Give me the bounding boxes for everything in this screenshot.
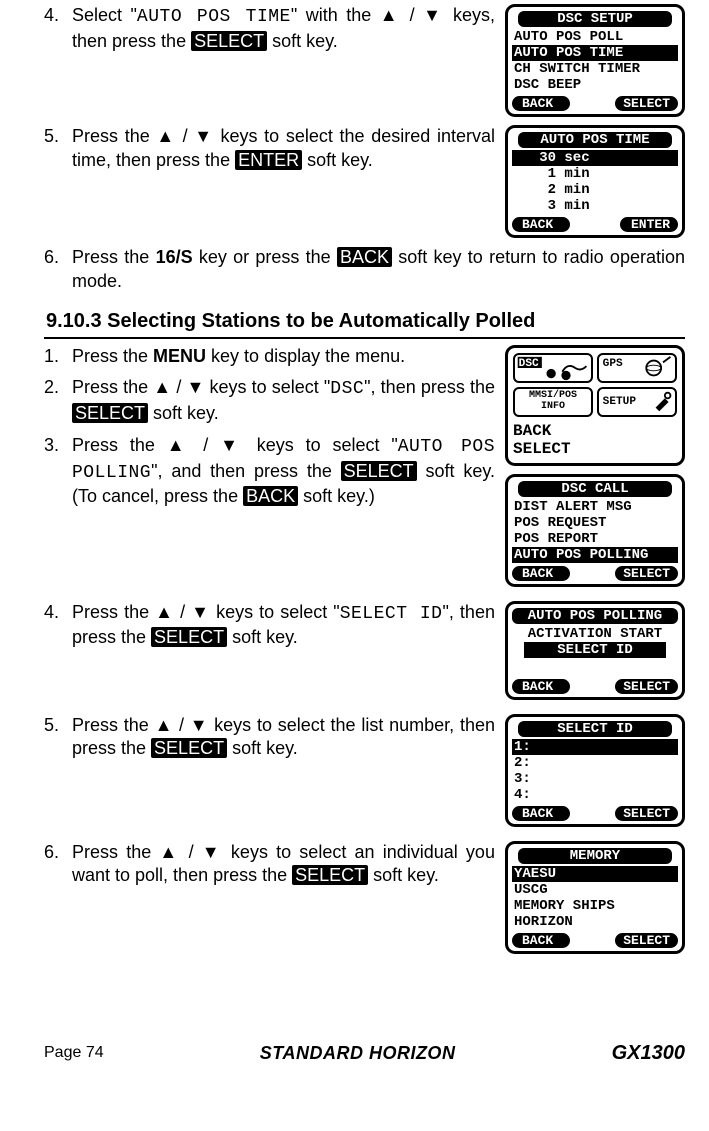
softkey-enter: ENTER bbox=[620, 217, 678, 232]
softkey-back: BACK bbox=[512, 217, 570, 232]
screen-title: DSC CALL bbox=[518, 481, 672, 497]
softkey-select: SELECT bbox=[341, 461, 417, 481]
step-text: Press the ▲ / ▼ keys to select the list … bbox=[72, 714, 495, 762]
screen-dsc-setup: DSC SETUP AUTO POS POLL AUTO POS TIME CH… bbox=[505, 4, 685, 117]
softkey-back: BACK bbox=[512, 933, 570, 948]
step-number: 2. bbox=[44, 376, 72, 426]
model-number: GX1300 bbox=[612, 1042, 685, 1065]
step-text: Press the 16/S key or press the BACK sof… bbox=[72, 246, 685, 294]
step-text: Press the MENU key to display the menu. bbox=[72, 345, 495, 369]
step-number: 3. bbox=[44, 434, 72, 509]
screen-title: AUTO POS POLLING bbox=[512, 608, 678, 624]
softkey-back: BACK bbox=[337, 247, 392, 267]
softkey-enter: ENTER bbox=[235, 150, 302, 170]
screen-memory: MEMORY YAESU USCG MEMORY SHIPS HORIZON B… bbox=[505, 841, 685, 954]
svg-text:DSC: DSC bbox=[519, 358, 539, 370]
step-text: Press the ▲ / ▼ keys to select an indivi… bbox=[72, 841, 495, 889]
softkey-select: SELECT bbox=[191, 31, 267, 51]
softkey-back: BACK bbox=[513, 422, 677, 440]
softkey-select: SELECT bbox=[292, 865, 368, 885]
screen-dsc-call: DSC CALL DIST ALERT MSG POS REQUEST POS … bbox=[505, 474, 685, 587]
softkey-select: SELECT bbox=[615, 806, 678, 821]
screen-title: AUTO POS TIME bbox=[518, 132, 672, 148]
softkey-select: SELECT bbox=[151, 738, 227, 758]
step-number: 4. bbox=[44, 4, 72, 54]
softkey-select: SELECT bbox=[615, 933, 678, 948]
screen-title: DSC SETUP bbox=[518, 11, 672, 27]
softkey-select: SELECT bbox=[513, 440, 677, 458]
softkey-back: BACK bbox=[243, 486, 298, 506]
screen-auto-pos-time: AUTO POS TIME 30 sec 1 min 2 min 3 min B… bbox=[505, 125, 685, 238]
step-number: 6. bbox=[44, 841, 72, 889]
step-text: Press the ▲ / ▼ keys to select "DSC", th… bbox=[72, 376, 495, 426]
menu-cell-mmsi: MMSI/POSINFO bbox=[513, 387, 593, 417]
menu-cell-dsc: DSCDSC bbox=[513, 353, 593, 383]
menu-cell-setup: SETUP bbox=[597, 387, 677, 417]
screen-title: SELECT ID bbox=[518, 721, 672, 737]
brand-logo: STANDARD HORIZON bbox=[260, 1043, 456, 1064]
menu-cell-gps: GPS bbox=[597, 353, 677, 383]
softkey-select: SELECT bbox=[615, 566, 678, 581]
step-text: Select "AUTO POS TIME" with the ▲ / ▼ ke… bbox=[72, 4, 495, 54]
page-number: Page 74 bbox=[44, 1044, 104, 1062]
svg-text:GPS: GPS bbox=[603, 358, 623, 370]
step-text: Press the ▲ / ▼ keys to select "AUTO POS… bbox=[72, 434, 495, 509]
step-number: 1. bbox=[44, 345, 72, 369]
softkey-back: BACK bbox=[512, 566, 570, 581]
softkey-select: SELECT bbox=[615, 96, 678, 111]
step-number: 5. bbox=[44, 125, 72, 173]
screen-title: MEMORY bbox=[518, 848, 672, 864]
screen-menu: DSCDSC GPS MMSI/POSINFO SETUP BACK SELEC… bbox=[505, 345, 685, 466]
screen-auto-pos-polling: AUTO POS POLLING ACTIVATION START SELECT… bbox=[505, 601, 685, 700]
softkey-back: BACK bbox=[512, 806, 570, 821]
softkey-select: SELECT bbox=[151, 627, 227, 647]
step-number: 4. bbox=[44, 601, 72, 651]
softkey-back: BACK bbox=[512, 96, 570, 111]
softkey-select: SELECT bbox=[615, 679, 678, 694]
step-text: Press the ▲ / ▼ keys to select the desir… bbox=[72, 125, 495, 173]
step-number: 5. bbox=[44, 714, 72, 762]
svg-text:SETUP: SETUP bbox=[603, 395, 637, 407]
section-heading: 9.10.3 Selecting Stations to be Automati… bbox=[44, 306, 685, 339]
softkey-select: SELECT bbox=[72, 403, 148, 423]
step-text: Press the ▲ / ▼ keys to select "SELECT I… bbox=[72, 601, 495, 651]
step-number: 6. bbox=[44, 246, 72, 294]
softkey-back: BACK bbox=[512, 679, 570, 694]
screen-select-id: SELECT ID 1: 2: 3: 4: BACK SELECT bbox=[505, 714, 685, 827]
